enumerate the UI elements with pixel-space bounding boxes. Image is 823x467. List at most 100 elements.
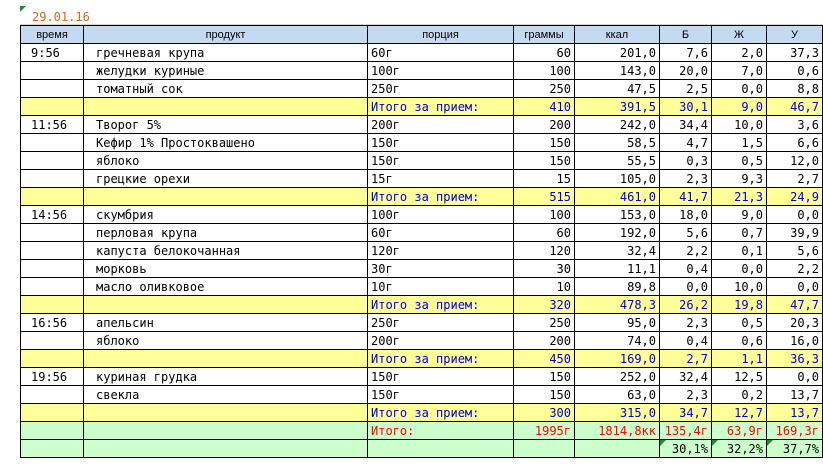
- product-cell[interactable]: капуста белокочанная: [83, 241, 368, 260]
- product-cell[interactable]: грецкие орехи: [83, 169, 368, 188]
- time-cell[interactable]: [20, 133, 84, 152]
- subtotal-protein[interactable]: 34,7: [659, 403, 712, 422]
- subtotal-protein[interactable]: 30,1: [659, 97, 712, 116]
- percent-grams-cell[interactable]: [513, 439, 575, 458]
- portion-cell[interactable]: 150г: [367, 133, 514, 152]
- portion-cell[interactable]: 150г: [367, 385, 514, 404]
- subtotal-kcal[interactable]: 478,3: [574, 295, 660, 314]
- portion-cell[interactable]: 120г: [367, 241, 514, 260]
- carbs-cell[interactable]: 2,7: [766, 169, 823, 188]
- protein-cell[interactable]: 2,3: [659, 313, 712, 332]
- time-cell[interactable]: [20, 79, 84, 98]
- subtotal-time-cell[interactable]: [20, 403, 84, 422]
- total-time-cell[interactable]: [20, 421, 84, 440]
- fat-cell[interactable]: 1,5: [711, 133, 767, 152]
- time-cell[interactable]: 19:56: [20, 367, 84, 386]
- time-cell[interactable]: [20, 331, 84, 350]
- total-grams[interactable]: 1995г: [513, 421, 575, 440]
- subtotal-kcal[interactable]: 391,5: [574, 97, 660, 116]
- portion-cell[interactable]: 250г: [367, 313, 514, 332]
- fat-cell[interactable]: 2,0: [711, 43, 767, 62]
- kcal-cell[interactable]: 95,0: [574, 313, 660, 332]
- grams-cell[interactable]: 150: [513, 367, 575, 386]
- total-label[interactable]: Итого:: [367, 421, 514, 440]
- subtotal-carbs[interactable]: 46,7: [766, 97, 823, 116]
- time-cell[interactable]: [20, 385, 84, 404]
- kcal-cell[interactable]: 252,0: [574, 367, 660, 386]
- product-cell[interactable]: яблоко: [83, 331, 368, 350]
- subtotal-kcal[interactable]: 169,0: [574, 349, 660, 368]
- carbs-cell[interactable]: 8,8: [766, 79, 823, 98]
- carbs-cell[interactable]: 0,0: [766, 205, 823, 224]
- portion-cell[interactable]: 150г: [367, 151, 514, 170]
- total-fat[interactable]: 63,9г: [711, 421, 767, 440]
- product-cell[interactable]: морковь: [83, 259, 368, 278]
- grams-cell[interactable]: 250: [513, 313, 575, 332]
- grams-cell[interactable]: 150: [513, 151, 575, 170]
- kcal-cell[interactable]: 11,1: [574, 259, 660, 278]
- subtotal-carbs[interactable]: 24,9: [766, 187, 823, 206]
- protein-cell[interactable]: 4,7: [659, 133, 712, 152]
- protein-cell[interactable]: 5,6: [659, 223, 712, 242]
- total-product-cell[interactable]: [83, 421, 368, 440]
- time-cell[interactable]: 9:56: [20, 43, 84, 62]
- kcal-cell[interactable]: 192,0: [574, 223, 660, 242]
- fat-cell[interactable]: 0,0: [711, 79, 767, 98]
- fat-cell[interactable]: 0,5: [711, 313, 767, 332]
- kcal-cell[interactable]: 242,0: [574, 115, 660, 134]
- subtotal-grams[interactable]: 515: [513, 187, 575, 206]
- protein-cell[interactable]: 7,6: [659, 43, 712, 62]
- header-portion[interactable]: порция: [367, 25, 514, 44]
- protein-cell[interactable]: 0,4: [659, 259, 712, 278]
- portion-cell[interactable]: 60г: [367, 43, 514, 62]
- fat-cell[interactable]: 0,1: [711, 241, 767, 260]
- protein-cell[interactable]: 18,0: [659, 205, 712, 224]
- grams-cell[interactable]: 150: [513, 133, 575, 152]
- fat-cell[interactable]: 12,5: [711, 367, 767, 386]
- protein-cell[interactable]: 2,3: [659, 385, 712, 404]
- time-cell[interactable]: 11:56: [20, 115, 84, 134]
- protein-cell[interactable]: 2,2: [659, 241, 712, 260]
- fat-cell[interactable]: 0,0: [711, 259, 767, 278]
- subtotal-time-cell[interactable]: [20, 349, 84, 368]
- percent-carbs[interactable]: 37,7%: [766, 439, 823, 458]
- product-cell[interactable]: апельсин: [83, 313, 368, 332]
- subtotal-label[interactable]: Итого за прием:: [367, 403, 514, 422]
- protein-cell[interactable]: 20,0: [659, 61, 712, 80]
- protein-cell[interactable]: 0,3: [659, 151, 712, 170]
- time-cell[interactable]: [20, 169, 84, 188]
- kcal-cell[interactable]: 143,0: [574, 61, 660, 80]
- percent-time-cell[interactable]: [20, 439, 84, 458]
- portion-cell[interactable]: 60г: [367, 223, 514, 242]
- protein-cell[interactable]: 32,4: [659, 367, 712, 386]
- subtotal-label[interactable]: Итого за прием:: [367, 349, 514, 368]
- carbs-cell[interactable]: 0,6: [766, 61, 823, 80]
- fat-cell[interactable]: 0,5: [711, 151, 767, 170]
- total-kcal[interactable]: 1814,8кк: [574, 421, 660, 440]
- product-cell[interactable]: свекла: [83, 385, 368, 404]
- subtotal-product-cell[interactable]: [83, 187, 368, 206]
- carbs-cell[interactable]: 6,6: [766, 133, 823, 152]
- fat-cell[interactable]: 0,2: [711, 385, 767, 404]
- kcal-cell[interactable]: 58,5: [574, 133, 660, 152]
- header-fat[interactable]: Ж: [711, 25, 767, 44]
- product-cell[interactable]: скумбрия: [83, 205, 368, 224]
- time-cell[interactable]: [20, 259, 84, 278]
- carbs-cell[interactable]: 20,3: [766, 313, 823, 332]
- kcal-cell[interactable]: 201,0: [574, 43, 660, 62]
- fat-cell[interactable]: 10,0: [711, 277, 767, 296]
- time-cell[interactable]: [20, 61, 84, 80]
- subtotal-fat[interactable]: 19,8: [711, 295, 767, 314]
- product-cell[interactable]: Кефир 1% Простоквашено: [83, 133, 368, 152]
- carbs-cell[interactable]: 0,0: [766, 367, 823, 386]
- portion-cell[interactable]: 30г: [367, 259, 514, 278]
- protein-cell[interactable]: 34,4: [659, 115, 712, 134]
- subtotal-label[interactable]: Итого за прием:: [367, 295, 514, 314]
- fat-cell[interactable]: 10,0: [711, 115, 767, 134]
- subtotal-protein[interactable]: 26,2: [659, 295, 712, 314]
- grams-cell[interactable]: 15: [513, 169, 575, 188]
- portion-cell[interactable]: 150г: [367, 367, 514, 386]
- subtotal-protein[interactable]: 2,7: [659, 349, 712, 368]
- subtotal-grams[interactable]: 410: [513, 97, 575, 116]
- subtotal-product-cell[interactable]: [83, 97, 368, 116]
